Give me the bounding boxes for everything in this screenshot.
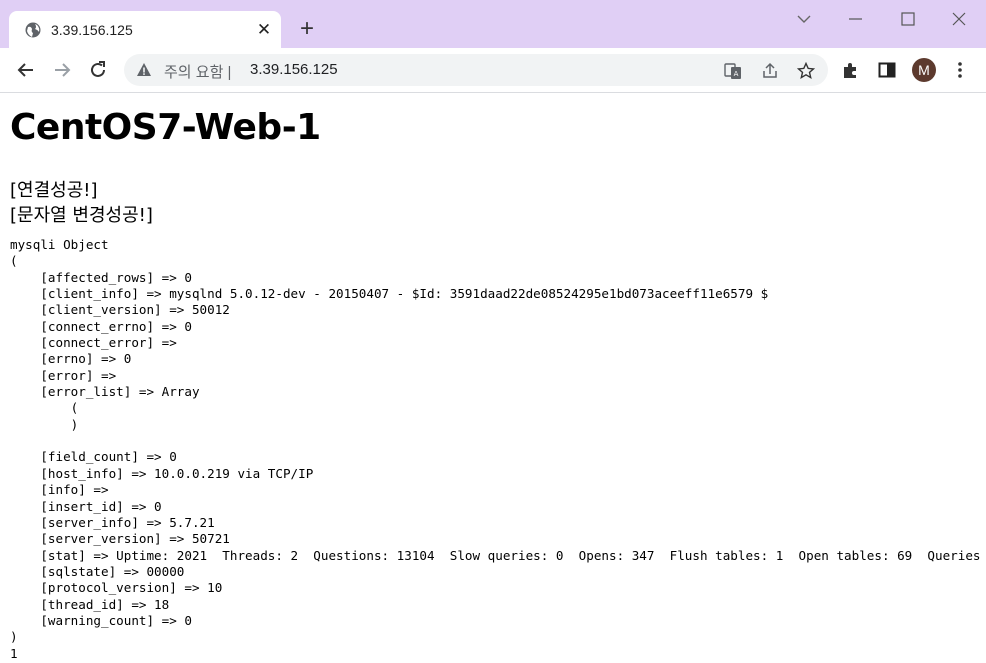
svg-text:A: A (734, 70, 739, 78)
address-bar[interactable]: 주의 요함 | 3.39.156.125 A (124, 54, 828, 86)
connection-success-message: [연결성공!] (10, 180, 98, 201)
string-change-success-message: [문자열 변경성공!] (10, 205, 153, 226)
mysqli-object-dump: mysqli Object ( [affected_rows] => 0 [cl… (10, 237, 981, 661)
menu-kebab-icon[interactable] (950, 60, 970, 80)
extensions-puzzle-icon[interactable] (841, 60, 861, 80)
profile-avatar[interactable]: M (912, 58, 936, 82)
bookmark-star-icon[interactable] (797, 62, 815, 80)
minimize-icon[interactable] (845, 8, 867, 30)
reload-icon[interactable] (87, 59, 109, 81)
new-tab-button[interactable]: + (296, 17, 318, 41)
warning-icon[interactable] (136, 62, 152, 78)
side-panel-icon[interactable] (877, 60, 897, 80)
share-icon[interactable] (761, 62, 779, 80)
tab-search-chevron-icon[interactable] (793, 8, 815, 30)
close-window-icon[interactable] (948, 8, 970, 30)
browser-tab[interactable]: 3.39.156.125 ✕ (9, 11, 281, 48)
browser-toolbar: 주의 요함 | 3.39.156.125 A M (0, 48, 986, 93)
back-arrow-icon[interactable] (15, 59, 37, 81)
globe-icon (25, 22, 41, 38)
translate-icon[interactable]: A (724, 62, 742, 80)
page-content: CentOS7-Web-1 [연결성공!] [문자열 변경성공!] mysqli… (0, 93, 986, 663)
maximize-icon[interactable] (897, 8, 919, 30)
security-status-label[interactable]: 주의 요함 | (164, 61, 231, 82)
tab-close-button[interactable]: ✕ (255, 21, 273, 39)
page-title: CentOS7-Web-1 (10, 107, 321, 148)
url-text[interactable]: 3.39.156.125 (250, 61, 338, 78)
tab-title: 3.39.156.125 (51, 22, 133, 38)
forward-arrow-icon[interactable] (51, 59, 73, 81)
browser-title-bar: 3.39.156.125 ✕ + (0, 0, 986, 48)
